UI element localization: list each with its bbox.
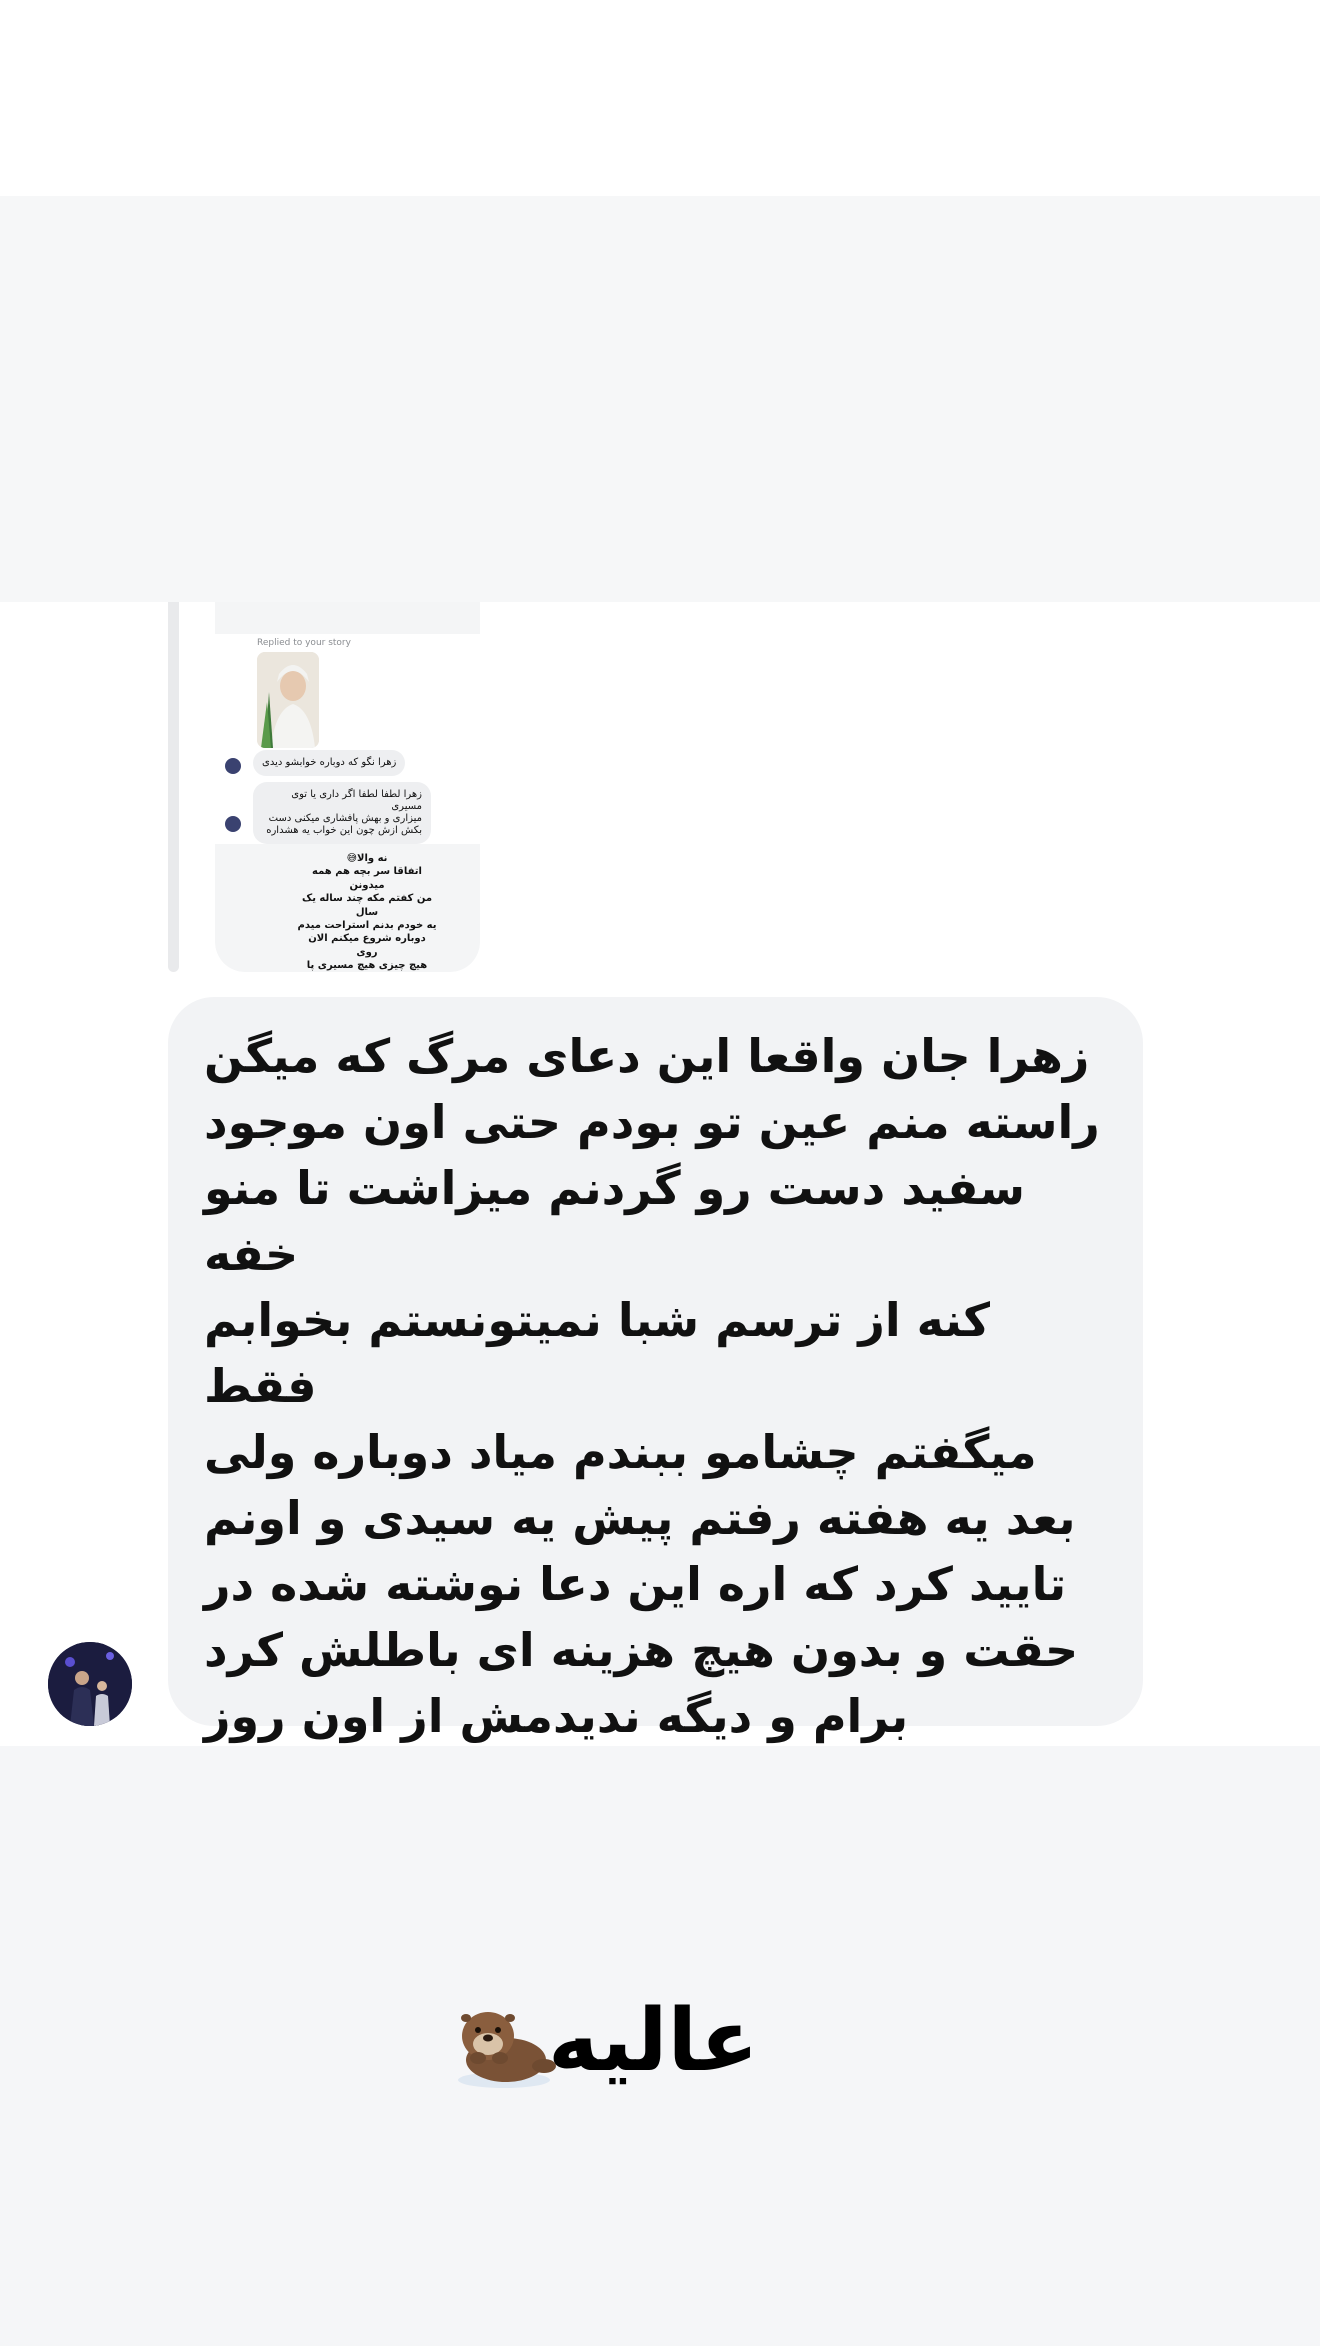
reaction-text: عالیه xyxy=(548,1991,759,2091)
reply-indicator-bar xyxy=(168,602,179,972)
replied-to-story-label: Replied to your story xyxy=(257,638,351,648)
sender-mini-avatar xyxy=(225,758,241,774)
sender-mini-avatar xyxy=(225,816,241,832)
quoted-message-1: زهرا نگو که دوباره خوابشو دیدی xyxy=(253,750,406,776)
quoted-own-reply-text: نه والا😅 اتفاقا سر بچه هم همه میدونن من … xyxy=(297,853,437,972)
quoted-message-2: زهرا لطفا لطفا اگر داری یا توی مسیری میز… xyxy=(253,782,431,844)
story-background xyxy=(0,196,1320,602)
otter-icon xyxy=(458,2012,556,2088)
message-bubble[interactable]: زهرا جان واقعا این دعای مرگ که میگن راست… xyxy=(168,997,1143,1809)
quoted-top-strip xyxy=(215,602,480,634)
top-area xyxy=(0,0,1320,196)
message-text: زهرا جان واقعا این دعای مرگ که میگن راست… xyxy=(204,1029,1100,1809)
avatar[interactable] xyxy=(48,1642,132,1726)
quoted-conversation-screenshot[interactable]: Replied to your story زهرا نگو که دوباره… xyxy=(215,602,480,972)
story-thumbnail xyxy=(257,652,319,748)
reaction-caption: عالیه xyxy=(448,1986,778,2096)
